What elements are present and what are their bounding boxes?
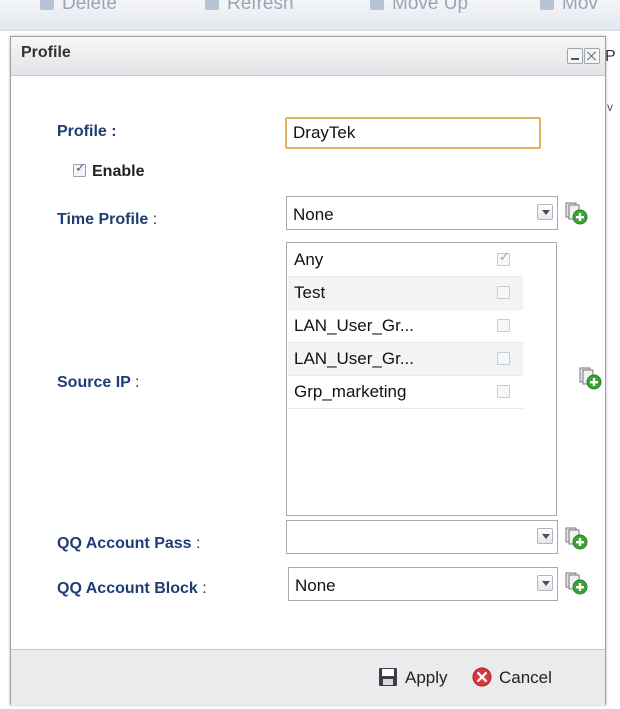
- source-ip-checkbox[interactable]: [497, 319, 510, 332]
- profile-name-input[interactable]: [285, 117, 541, 149]
- cancel-label: Cancel: [499, 668, 552, 687]
- cancel-icon: [472, 667, 492, 687]
- source-ip-item-label: Grp_marketing: [294, 382, 407, 401]
- profile-label: Profile :: [57, 123, 117, 140]
- refresh-icon: [205, 0, 219, 10]
- dialog-title: Profile: [21, 44, 71, 61]
- background-edge-small-text: v: [607, 100, 613, 114]
- chevron-down-icon[interactable]: [537, 575, 553, 591]
- source-ip-item-test[interactable]: Test: [288, 277, 523, 310]
- chevron-down-icon[interactable]: [537, 204, 553, 220]
- source-ip-item-lan-user-group-2[interactable]: LAN_User_Gr...: [288, 343, 523, 376]
- qq-pass-label-text: QQ Account Pass: [57, 535, 192, 552]
- enable-label: Enable: [92, 163, 145, 180]
- qq-block-select[interactable]: None: [288, 567, 558, 601]
- toolbar-refresh[interactable]: Refresh: [205, 0, 294, 17]
- toolbar-move-down-label: Mov: [562, 0, 598, 14]
- source-ip-checkbox[interactable]: [497, 250, 510, 266]
- save-icon: [379, 668, 397, 686]
- source-ip-item-label: LAN_User_Gr...: [294, 316, 414, 335]
- add-qq-pass-icon[interactable]: [564, 526, 588, 550]
- chevron-down-icon[interactable]: [537, 528, 553, 544]
- toolbar-delete[interactable]: Delete: [40, 0, 117, 17]
- move-down-icon: [540, 0, 554, 10]
- time-profile-select[interactable]: None: [286, 196, 558, 230]
- source-ip-item-label: Test: [294, 283, 326, 302]
- background-toolbar: Delete Refresh Move Up Mov: [0, 0, 620, 31]
- profile-dialog: Profile Profile : Enable Time Profile : …: [10, 36, 606, 705]
- enable-checkbox[interactable]: [73, 161, 86, 177]
- time-profile-value: None: [293, 205, 334, 224]
- qq-block-value: None: [295, 576, 336, 595]
- apply-button[interactable]: Apply: [378, 667, 468, 687]
- source-ip-item-grp-marketing[interactable]: Grp_marketing: [288, 376, 523, 409]
- dialog-footer: Apply Cancel: [11, 649, 605, 705]
- source-ip-checkbox[interactable]: [497, 385, 510, 398]
- toolbar-delete-label: Delete: [62, 0, 117, 14]
- source-ip-checkbox[interactable]: [497, 352, 510, 365]
- apply-label: Apply: [405, 668, 448, 687]
- qq-block-colon: :: [202, 580, 207, 597]
- toolbar-refresh-label: Refresh: [227, 0, 294, 14]
- source-ip-list: Any Test LAN_User_Gr... LAN_User_Gr... G…: [286, 242, 557, 516]
- source-ip-label-text: Source IP: [57, 374, 131, 391]
- qq-block-label-text: QQ Account Block: [57, 580, 198, 597]
- close-icon[interactable]: [584, 48, 600, 64]
- qq-pass-colon: :: [196, 535, 201, 552]
- time-profile-label-text: Time Profile: [57, 211, 149, 228]
- time-profile-colon: :: [152, 211, 158, 228]
- background-edge-text: P: [605, 48, 616, 65]
- minimize-icon[interactable]: [567, 48, 583, 64]
- source-ip-colon: :: [134, 374, 140, 391]
- source-ip-item-label: LAN_User_Gr...: [294, 349, 414, 368]
- source-ip-item-label: Any: [294, 250, 324, 269]
- source-ip-item-lan-user-group-1[interactable]: LAN_User_Gr...: [288, 310, 523, 343]
- source-ip-item-any[interactable]: Any: [288, 244, 523, 277]
- dialog-titlebar[interactable]: Profile: [11, 37, 605, 76]
- qq-block-label: QQ Account Block :: [57, 580, 207, 598]
- source-ip-checkbox[interactable]: [497, 286, 510, 299]
- cancel-button[interactable]: Cancel: [472, 667, 597, 687]
- toolbar-move-down[interactable]: Mov: [540, 0, 598, 17]
- qq-pass-label: QQ Account Pass :: [57, 535, 200, 553]
- delete-icon: [40, 0, 54, 10]
- toolbar-move-up[interactable]: Move Up: [370, 0, 468, 17]
- add-qq-block-icon[interactable]: [564, 571, 588, 595]
- qq-pass-select[interactable]: [286, 520, 558, 554]
- toolbar-move-up-label: Move Up: [392, 0, 469, 14]
- add-source-ip-icon[interactable]: [578, 366, 602, 390]
- source-ip-label: Source IP :: [57, 374, 139, 392]
- time-profile-label: Time Profile :: [57, 211, 157, 229]
- move-up-icon: [370, 0, 384, 10]
- add-time-profile-icon[interactable]: [564, 201, 588, 225]
